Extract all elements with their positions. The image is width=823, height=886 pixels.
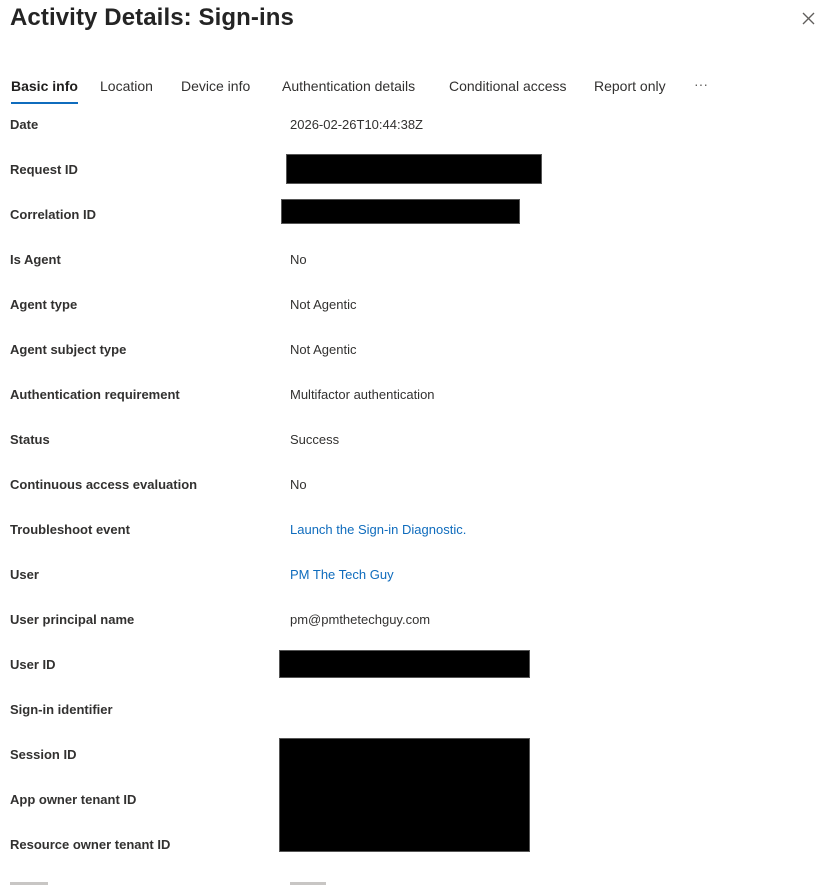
detail-label: User principal name	[10, 612, 135, 627]
detail-label: Date	[10, 117, 39, 132]
detail-row-troubleshoot-event: Troubleshoot event Launch the Sign-in Di…	[0, 521, 823, 566]
cut-off-row-label	[10, 880, 50, 886]
detail-value: pm@pmthetechguy.com	[290, 612, 431, 627]
cut-off-row-value	[290, 880, 330, 886]
detail-row-agent-type: Agent type Not Agentic	[0, 296, 823, 341]
tab-label: Conditional access	[449, 78, 567, 94]
tab-bar: Basic info Location Device info Authenti…	[0, 76, 823, 106]
detail-label: Authentication requirement	[10, 387, 180, 402]
close-icon	[802, 12, 815, 25]
tab-basic-info[interactable]: Basic info	[11, 76, 78, 104]
detail-label: Resource owner tenant ID	[10, 837, 171, 852]
activity-details-panel: Activity Details: Sign-ins Basic info Lo…	[0, 0, 823, 886]
detail-label: User ID	[10, 657, 56, 672]
detail-label: App owner tenant ID	[10, 792, 137, 807]
detail-label: Continuous access evaluation	[10, 477, 198, 492]
detail-value: 2026-02-26T10:44:38Z	[290, 117, 423, 132]
more-tabs-button[interactable]: ···	[694, 74, 708, 102]
detail-label: Is Agent	[10, 252, 61, 267]
detail-row-user: User PM The Tech Guy	[0, 566, 823, 611]
tab-device-info[interactable]: Device info	[181, 76, 250, 104]
detail-value: No	[290, 477, 307, 492]
detail-row-agent-subject-type: Agent subject type Not Agentic	[0, 341, 823, 386]
detail-row-is-agent: Is Agent No	[0, 251, 823, 296]
tab-label: Basic info	[11, 78, 78, 94]
tab-label: Location	[100, 78, 153, 94]
detail-value: Not Agentic	[290, 297, 357, 312]
more-icon: ···	[694, 76, 708, 92]
detail-label: Session ID	[10, 747, 77, 762]
detail-label: User	[10, 567, 39, 582]
detail-label: Agent subject type	[10, 342, 127, 357]
detail-row-authentication-requirement: Authentication requirement Multifactor a…	[0, 386, 823, 431]
detail-label: Agent type	[10, 297, 78, 312]
redacted-correlation-id	[281, 199, 520, 224]
detail-label: Status	[10, 432, 50, 447]
tab-location[interactable]: Location	[100, 76, 153, 104]
active-tab-indicator	[11, 102, 78, 104]
tab-label: Report only	[594, 78, 666, 94]
detail-label: Correlation ID	[10, 207, 96, 222]
redacted-request-id	[286, 154, 542, 184]
launch-diagnostic-link[interactable]: Launch the Sign-in Diagnostic.	[290, 521, 466, 539]
detail-label: Request ID	[10, 162, 78, 177]
detail-label: Sign-in identifier	[10, 702, 113, 717]
tab-conditional-access[interactable]: Conditional access	[449, 76, 567, 104]
detail-value: Success	[290, 432, 340, 447]
user-link[interactable]: PM The Tech Guy	[290, 566, 394, 584]
page-title: Activity Details: Sign-ins	[10, 4, 294, 31]
redacted-session-and-tenant-ids	[279, 738, 530, 852]
tab-label: Device info	[181, 78, 251, 94]
detail-row-status: Status Success	[0, 431, 823, 476]
tab-authentication-details[interactable]: Authentication details	[282, 76, 415, 104]
detail-value: Multifactor authentication	[290, 387, 435, 402]
detail-value: Not Agentic	[290, 342, 357, 357]
tab-report-only[interactable]: Report only	[594, 76, 666, 104]
detail-row-continuous-access-evaluation: Continuous access evaluation No	[0, 476, 823, 521]
redacted-user-id	[279, 650, 530, 678]
detail-label: Troubleshoot event	[10, 522, 130, 537]
tab-label: Authentication details	[282, 78, 416, 94]
close-button[interactable]	[798, 8, 820, 30]
detail-value: No	[290, 252, 307, 267]
